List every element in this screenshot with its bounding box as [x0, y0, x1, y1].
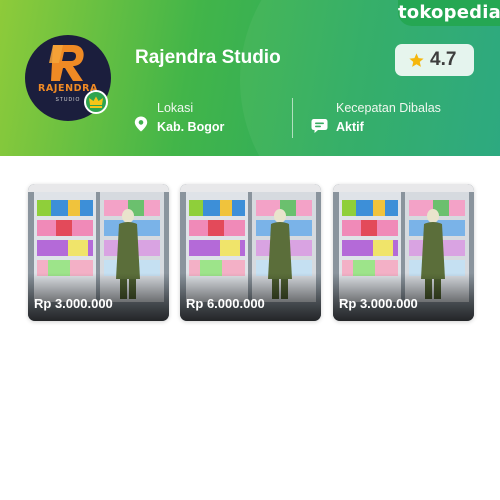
crown-icon [89, 96, 103, 108]
shop-header: tokopedia RAJENDRA STUDIO Rajendra Studi… [0, 0, 500, 156]
info-divider [292, 98, 293, 138]
shop-name: Rajendra Studio [135, 47, 281, 68]
rating-value: 4.7 [430, 49, 457, 70]
product-price: Rp 6.000.000 [186, 296, 265, 311]
response-speed-label: Kecepatan Dibalas [336, 101, 441, 115]
product-card[interactable]: Rp 3.000.000 [28, 184, 169, 321]
location-value: Kab. Bogor [157, 120, 225, 134]
location-pin-icon [134, 116, 148, 132]
product-card[interactable]: Rp 6.000.000 [180, 184, 321, 321]
shop-rating[interactable]: 4.7 [395, 44, 474, 76]
location-label: Lokasi [157, 101, 194, 115]
product-price: Rp 3.000.000 [34, 296, 113, 311]
official-store-badge [84, 90, 108, 114]
product-card[interactable]: Rp 3.000.000 [333, 184, 474, 321]
chat-bubble-icon [311, 119, 328, 133]
star-icon [409, 52, 424, 67]
product-price: Rp 3.000.000 [339, 296, 418, 311]
tokopedia-logo[interactable]: tokopedia [398, 0, 500, 26]
rajendra-r-logo-icon [49, 45, 84, 81]
response-speed-value: Aktif [336, 120, 364, 134]
